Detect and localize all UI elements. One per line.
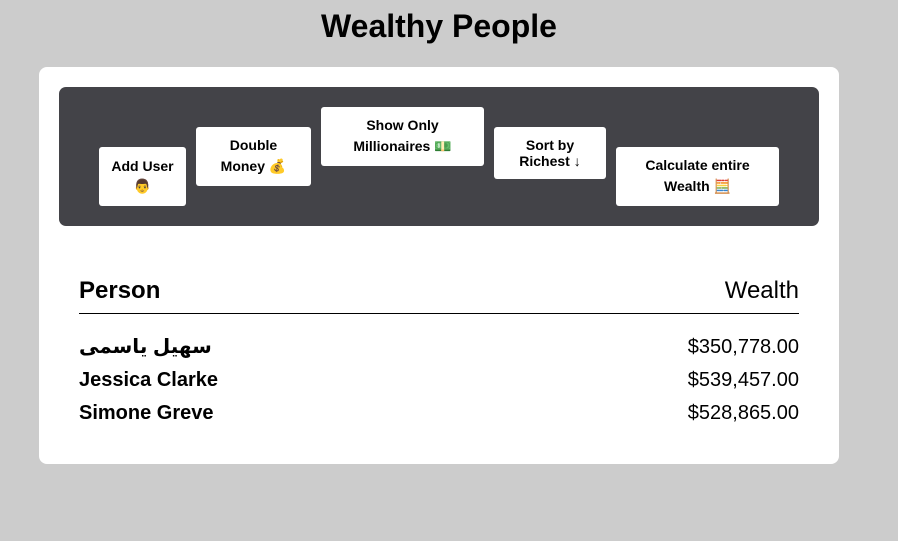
table-row: Simone Greve $528,865.00 (79, 401, 799, 434)
column-header-person: Person (79, 277, 161, 304)
calculate-wealth-label-line1: Calculate entire (645, 157, 750, 173)
man-icon: 👨 (133, 178, 152, 195)
calculate-wealth-label-line2: Wealth (664, 178, 710, 194)
show-millionaires-label-line2: Millionaires (353, 138, 431, 154)
person-wealth: $528,865.00 (687, 402, 799, 424)
dollar-banknote-icon: 💵 (434, 139, 452, 155)
table-header: Person Wealth (79, 274, 799, 314)
sort-richest-button[interactable]: Sort by Richest ↓ (494, 127, 606, 179)
money-bag-icon: 💰 (268, 159, 287, 175)
page-title: Wealthy People (321, 8, 557, 44)
person-name: سهيل ياسمی (79, 336, 212, 358)
calculate-wealth-button[interactable]: Calculate entire Wealth 🧮 (616, 147, 779, 206)
show-millionaires-button[interactable]: Show Only Millionaires 💵 (321, 107, 484, 166)
sort-richest-label-line1: Sort by (525, 137, 575, 153)
person-wealth: $539,457.00 (687, 369, 799, 391)
person-name: Jessica Clarke (79, 369, 219, 391)
table-row: سهيل ياسمی $350,778.00 (79, 335, 799, 368)
toolbar: Add User 👨 Double Money 💰 Show Only Mill… (59, 87, 819, 226)
main-card: Add User 👨 Double Money 💰 Show Only Mill… (39, 67, 839, 464)
column-header-wealth: Wealth (724, 277, 799, 304)
arrow-down-icon: ↓ (573, 153, 581, 169)
table-row: Jessica Clarke $539,457.00 (79, 368, 799, 401)
sort-richest-label-line2: Richest (519, 153, 570, 169)
person-wealth: $350,778.00 (687, 336, 799, 358)
person-name: Simone Greve (79, 402, 214, 424)
abacus-icon: 🧮 (713, 179, 731, 195)
add-user-label: Add User (111, 157, 174, 174)
double-money-label-line1: Double (229, 137, 278, 153)
double-money-button[interactable]: Double Money 💰 (196, 127, 311, 186)
add-user-button[interactable]: Add User 👨 (99, 147, 186, 206)
show-millionaires-label-line1: Show Only (366, 117, 439, 133)
double-money-label-line2: Money (220, 158, 265, 174)
